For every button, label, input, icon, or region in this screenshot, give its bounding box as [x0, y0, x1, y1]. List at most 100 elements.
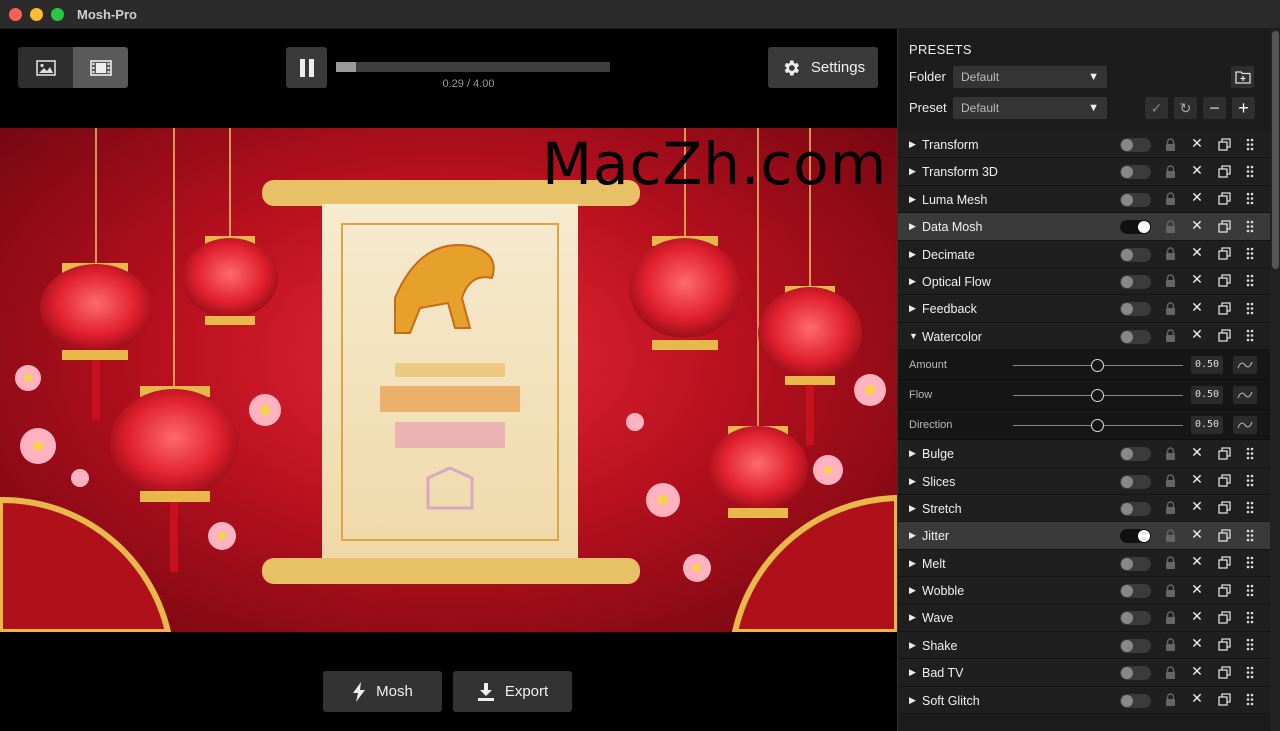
close-icon[interactable]: ✕	[1190, 444, 1204, 460]
param-slider-handle[interactable]	[1091, 419, 1104, 433]
duplicate-icon[interactable]	[1217, 693, 1231, 707]
effect-row-melt[interactable]: ▶ Melt ✕	[898, 549, 1270, 578]
lock-icon[interactable]	[1163, 610, 1177, 624]
effect-row-stretch[interactable]: ▶ Stretch ✕	[898, 494, 1270, 523]
collapsed-triangle-icon[interactable]: ▶	[909, 476, 916, 487]
drag-handle-icon[interactable]	[1243, 274, 1257, 288]
effect-toggle[interactable]	[1120, 274, 1151, 289]
collapsed-triangle-icon[interactable]: ▶	[909, 585, 916, 596]
effect-row-transform[interactable]: ▶ Transform ✕	[898, 131, 1270, 159]
duplicate-icon[interactable]	[1217, 501, 1231, 515]
param-value-field[interactable]: 0.50	[1191, 416, 1223, 435]
close-icon[interactable]: ✕	[1190, 553, 1204, 569]
drag-handle-icon[interactable]	[1243, 301, 1257, 315]
lock-icon[interactable]	[1163, 219, 1177, 233]
collapsed-triangle-icon[interactable]: ▶	[909, 667, 916, 678]
drag-handle-icon[interactable]	[1243, 610, 1257, 624]
effect-row-decimate[interactable]: ▶ Decimate ✕	[898, 240, 1270, 268]
collapsed-triangle-icon[interactable]: ▶	[909, 558, 916, 569]
param-value-field[interactable]: 0.50	[1191, 356, 1223, 375]
duplicate-icon[interactable]	[1217, 583, 1231, 597]
lock-icon[interactable]	[1163, 583, 1177, 597]
lock-icon[interactable]	[1163, 693, 1177, 707]
drag-handle-icon[interactable]	[1243, 329, 1257, 343]
lock-icon[interactable]	[1163, 247, 1177, 261]
add-preset-button[interactable]: +	[1232, 97, 1255, 119]
duplicate-icon[interactable]	[1217, 528, 1231, 542]
collapsed-triangle-icon[interactable]: ▶	[909, 166, 916, 177]
effect-row-soft-glitch[interactable]: ▶ Soft Glitch ✕	[898, 686, 1270, 715]
effect-toggle[interactable]	[1120, 556, 1151, 571]
reset-preset-button[interactable]: ↻	[1174, 97, 1197, 119]
effect-toggle[interactable]	[1120, 693, 1151, 708]
image-mode-button[interactable]	[18, 47, 73, 88]
drag-handle-icon[interactable]	[1243, 247, 1257, 261]
effect-row-wave[interactable]: ▶ Wave ✕	[898, 604, 1270, 632]
duplicate-icon[interactable]	[1217, 301, 1231, 315]
zoom-window-button[interactable]	[51, 8, 64, 21]
close-icon[interactable]: ✕	[1190, 217, 1204, 233]
folder-dropdown[interactable]: Default ▼	[953, 66, 1107, 88]
lock-icon[interactable]	[1163, 474, 1177, 488]
lock-icon[interactable]	[1163, 137, 1177, 151]
drag-handle-icon[interactable]	[1243, 474, 1257, 488]
effect-toggle[interactable]	[1120, 247, 1151, 262]
duplicate-icon[interactable]	[1217, 610, 1231, 624]
collapsed-triangle-icon[interactable]: ▶	[909, 139, 916, 150]
collapsed-triangle-icon[interactable]: ▶	[909, 695, 916, 706]
wave-modulation-icon[interactable]	[1233, 386, 1257, 405]
close-icon[interactable]: ✕	[1190, 608, 1204, 624]
duplicate-icon[interactable]	[1217, 446, 1231, 460]
effect-toggle[interactable]	[1120, 638, 1151, 653]
duplicate-icon[interactable]	[1217, 638, 1231, 652]
close-icon[interactable]: ✕	[1190, 299, 1204, 315]
close-icon[interactable]: ✕	[1190, 244, 1204, 260]
duplicate-icon[interactable]	[1217, 164, 1231, 178]
lock-icon[interactable]	[1163, 192, 1177, 206]
remove-preset-button[interactable]: −	[1203, 97, 1226, 119]
duplicate-icon[interactable]	[1217, 137, 1231, 151]
new-folder-button[interactable]	[1231, 66, 1254, 88]
collapsed-triangle-icon[interactable]: ▶	[909, 194, 916, 205]
export-button[interactable]: Export	[453, 671, 572, 712]
collapsed-triangle-icon[interactable]: ▶	[909, 640, 916, 651]
lock-icon[interactable]	[1163, 446, 1177, 460]
lock-icon[interactable]	[1163, 665, 1177, 679]
expanded-triangle-icon[interactable]: ▼	[909, 331, 918, 341]
effect-toggle[interactable]	[1120, 501, 1151, 516]
duplicate-icon[interactable]	[1217, 247, 1231, 261]
drag-handle-icon[interactable]	[1243, 164, 1257, 178]
close-icon[interactable]: ✕	[1190, 162, 1204, 178]
collapsed-triangle-icon[interactable]: ▶	[909, 221, 916, 232]
drag-handle-icon[interactable]	[1243, 665, 1257, 679]
effect-toggle[interactable]	[1120, 447, 1151, 462]
effect-toggle[interactable]	[1120, 302, 1151, 317]
close-icon[interactable]: ✕	[1190, 690, 1204, 706]
lock-icon[interactable]	[1163, 528, 1177, 542]
duplicate-icon[interactable]	[1217, 219, 1231, 233]
effect-row-luma-mesh[interactable]: ▶ Luma Mesh ✕	[898, 185, 1270, 214]
collapsed-triangle-icon[interactable]: ▶	[909, 503, 916, 514]
collapsed-triangle-icon[interactable]: ▶	[909, 612, 916, 623]
video-preview[interactable]: MacZh.com	[0, 128, 897, 632]
effect-row-wobble[interactable]: ▶ Wobble ✕	[898, 577, 1270, 605]
lock-icon[interactable]	[1163, 638, 1177, 652]
effect-row-transform-3d[interactable]: ▶ Transform 3D ✕	[898, 158, 1270, 186]
drag-handle-icon[interactable]	[1243, 501, 1257, 515]
close-icon[interactable]: ✕	[1190, 471, 1204, 487]
collapsed-triangle-icon[interactable]: ▶	[909, 448, 916, 459]
duplicate-icon[interactable]	[1217, 192, 1231, 206]
close-icon[interactable]: ✕	[1190, 135, 1204, 151]
wave-modulation-icon[interactable]	[1233, 356, 1257, 375]
param-value-field[interactable]: 0.50	[1191, 386, 1223, 405]
close-icon[interactable]: ✕	[1190, 581, 1204, 597]
drag-handle-icon[interactable]	[1243, 693, 1257, 707]
close-icon[interactable]: ✕	[1190, 326, 1204, 342]
close-icon[interactable]: ✕	[1190, 526, 1204, 542]
lock-icon[interactable]	[1163, 329, 1177, 343]
drag-handle-icon[interactable]	[1243, 583, 1257, 597]
lock-icon[interactable]	[1163, 301, 1177, 315]
duplicate-icon[interactable]	[1217, 556, 1231, 570]
duplicate-icon[interactable]	[1217, 329, 1231, 343]
close-icon[interactable]: ✕	[1190, 663, 1204, 679]
